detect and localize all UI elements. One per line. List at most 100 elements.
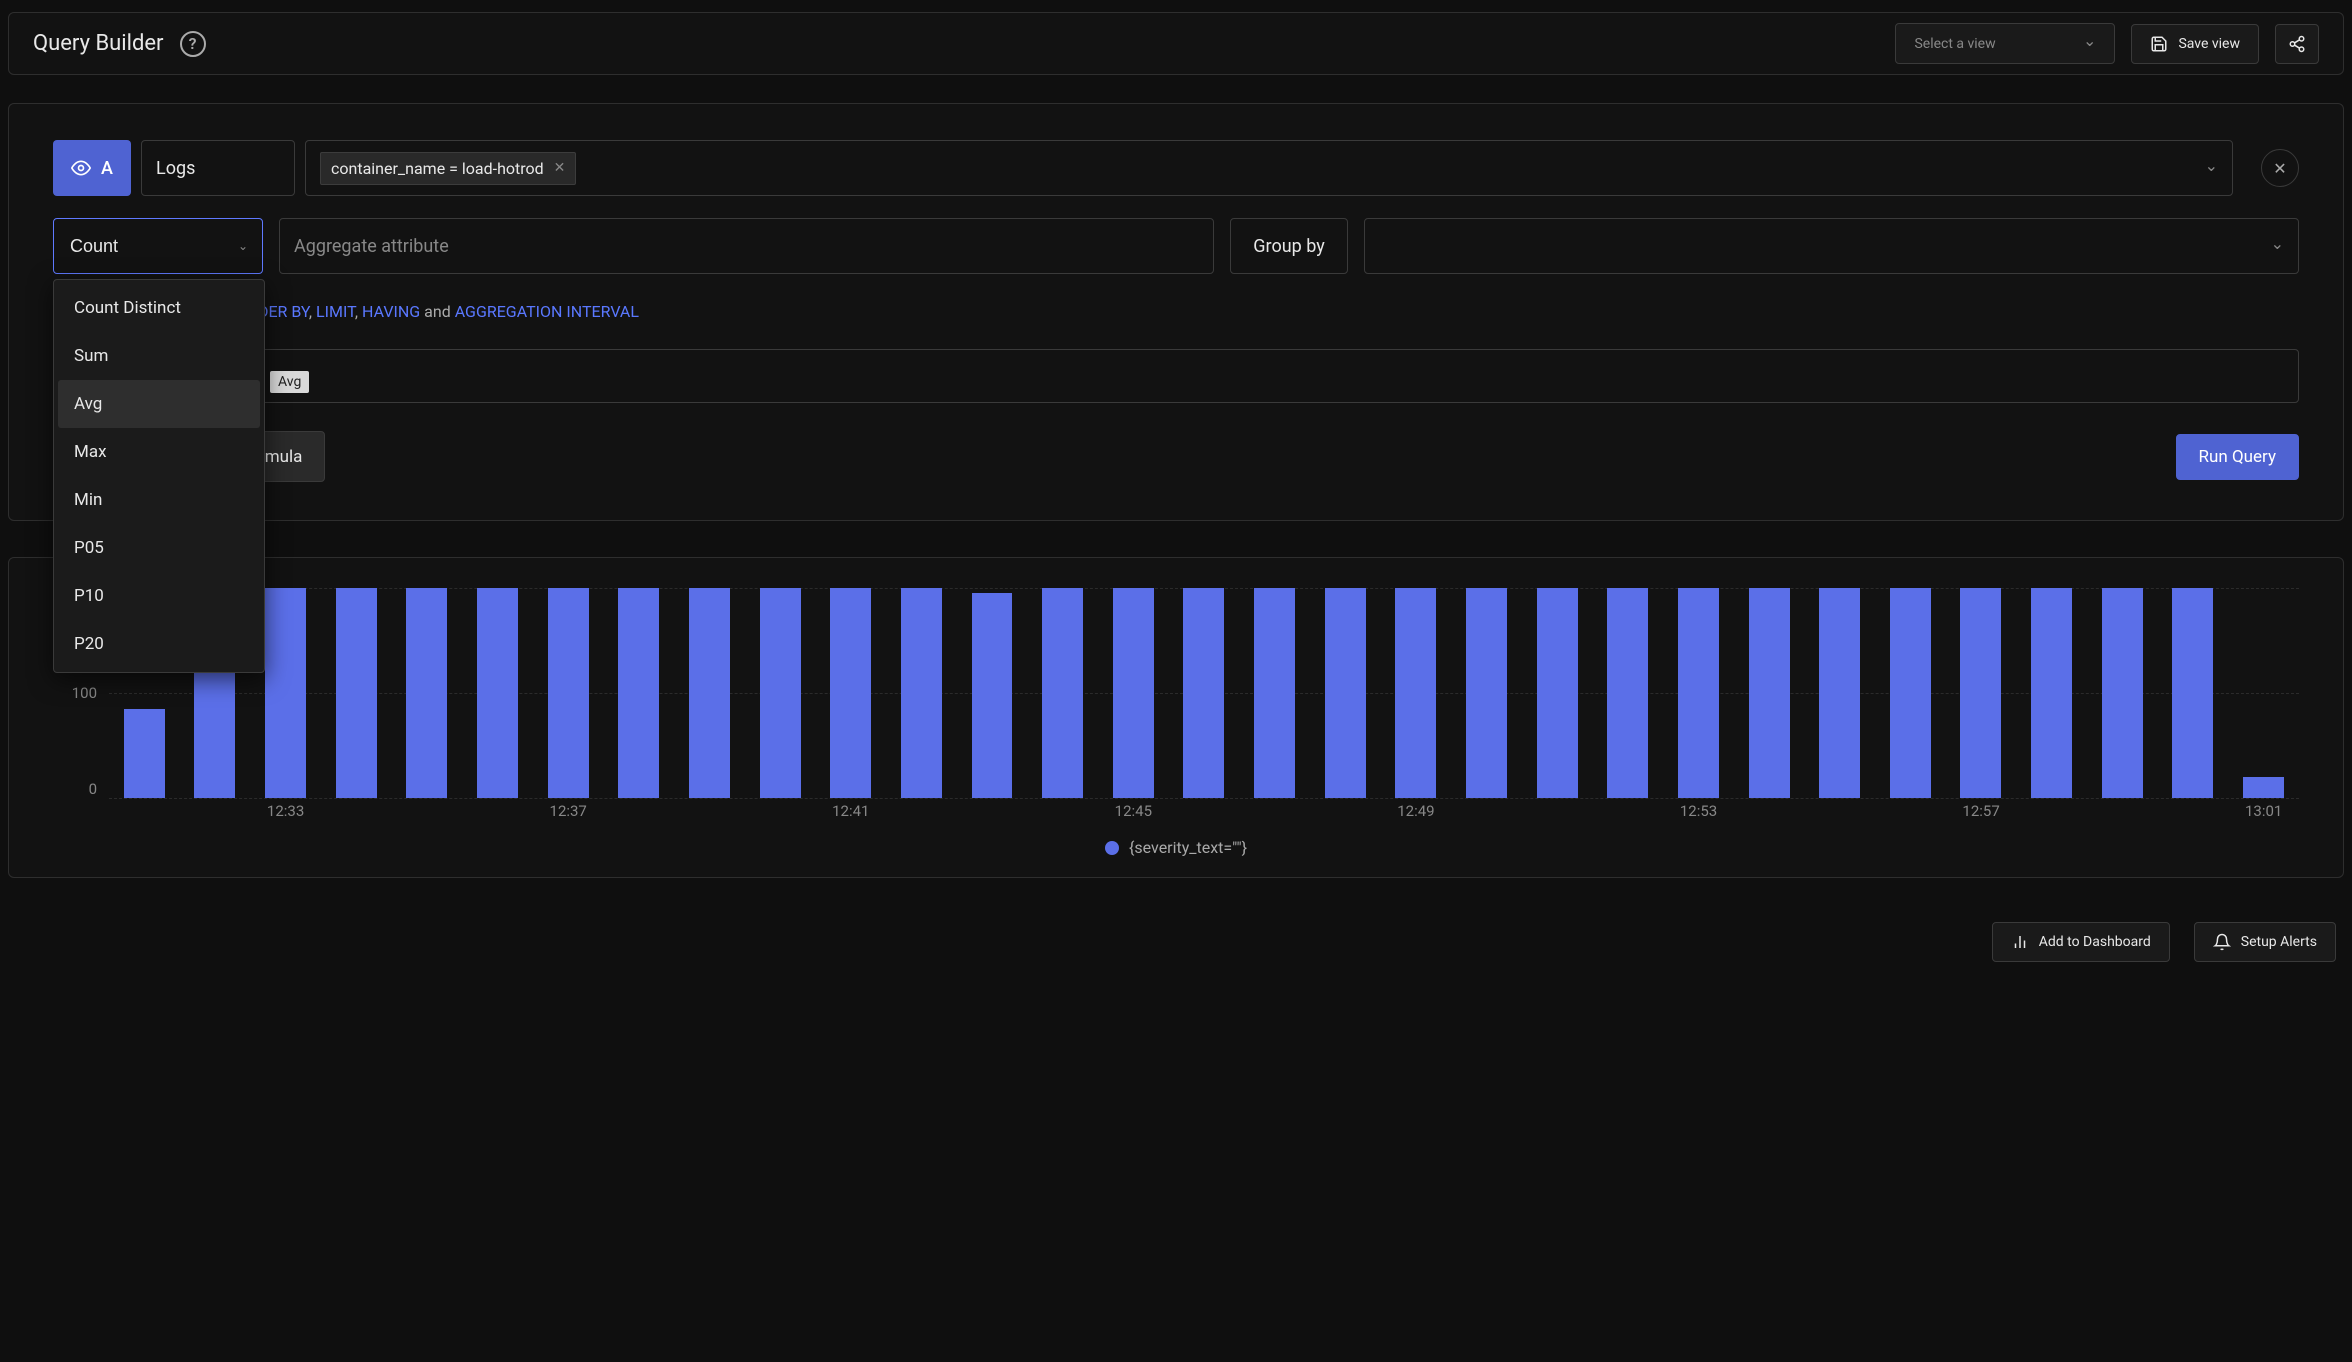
bar[interactable] [265,588,306,798]
bar[interactable] [2031,588,2072,798]
query-options-row: for ORDER BY, LIMIT, HAVING and AGGREGAT… [213,302,2299,321]
bar[interactable] [830,588,871,798]
aggregate-function-input[interactable] [68,235,238,258]
select-view-placeholder: Select a view [1914,36,1995,52]
bar[interactable] [972,593,1013,798]
x-tick: 12:45 [1115,802,1152,820]
bar[interactable] [336,588,377,798]
bar[interactable] [2243,777,2284,798]
x-tick: 12:33 [267,802,304,820]
aggregate-attribute-input[interactable]: Aggregate attribute [279,218,1214,274]
bar[interactable] [618,588,659,798]
run-query-button[interactable]: Run Query [2176,434,2300,480]
x-tick: 12:49 [1397,802,1434,820]
setup-alerts-button[interactable]: Setup Alerts [2194,922,2336,962]
bar[interactable] [548,588,589,798]
bar[interactable] [2102,588,2143,798]
chart-panel: 2001000 12:3312:3712:4112:4512:4912:5312… [8,557,2344,878]
help-icon[interactable]: ? [180,31,206,57]
bar-slot [1592,588,1663,798]
chart-area: 2001000 12:3312:3712:4112:4512:4912:5312… [73,588,2299,828]
dropdown-item[interactable]: Min [58,476,260,524]
bar[interactable] [760,588,801,798]
bar[interactable] [406,588,447,798]
bar-slot [392,588,463,798]
save-icon [2150,35,2168,53]
dropdown-item[interactable]: Count Distinct [58,284,260,332]
add-to-dashboard-button[interactable]: Add to Dashboard [1992,922,2170,962]
query-actions-row: ＋ Query ＋ Formula Run Query [53,431,2299,482]
source-select[interactable]: Logs [141,140,295,196]
bar[interactable] [1113,588,1154,798]
group-by-input[interactable] [1364,218,2299,274]
bar-slot [1098,588,1169,798]
aggregate-function-select[interactable]: ⌄ Count DistinctSumAvgMaxMinP05P10P20 Av… [53,218,263,274]
having-link[interactable]: HAVING [362,302,420,321]
close-icon[interactable]: ✕ [554,160,566,176]
bar-slot [815,588,886,798]
bar[interactable] [1819,588,1860,798]
chevron-down-icon [2271,237,2284,256]
setup-alerts-label: Setup Alerts [2241,934,2317,950]
dropdown-item[interactable]: Avg [58,380,260,428]
dropdown-item[interactable]: P10 [58,572,260,620]
bar[interactable] [1678,588,1719,798]
bar[interactable] [1537,588,1578,798]
y-tick: 100 [72,684,97,702]
bar[interactable] [124,709,165,798]
bar-slot [2016,588,2087,798]
bar-slot [1239,588,1310,798]
save-view-button[interactable]: Save view [2131,24,2259,64]
filter-chip[interactable]: container_name = load-hotrod ✕ [320,152,576,185]
bar[interactable] [1890,588,1931,798]
bar[interactable] [1607,588,1648,798]
share-icon [2288,35,2306,53]
bar[interactable] [1042,588,1083,798]
x-tick: 13:01 [2245,802,2282,820]
bar-slot [321,588,392,798]
aggregate-function-dropdown[interactable]: Count DistinctSumAvgMaxMinP05P10P20 [53,279,265,673]
x-tick: 12:57 [1962,802,1999,820]
bar-slot [1169,588,1240,798]
bar[interactable] [1395,588,1436,798]
bar[interactable] [1183,588,1224,798]
tooltip: Avg [270,371,309,393]
dropdown-item[interactable]: P20 [58,620,260,668]
chevron-down-icon: ⌄ [238,239,248,253]
bar-slot [957,588,1028,798]
bar[interactable] [2172,588,2213,798]
remove-query-button[interactable]: ✕ [2261,149,2299,187]
bar[interactable] [1254,588,1295,798]
bar[interactable] [1325,588,1366,798]
save-view-label: Save view [2178,36,2240,52]
dropdown-item[interactable]: Sum [58,332,260,380]
chevron-down-icon [2205,159,2218,178]
bar[interactable] [477,588,518,798]
limit-link[interactable]: LIMIT [316,302,355,321]
share-button[interactable] [2275,24,2319,64]
bar[interactable] [1749,588,1790,798]
bar[interactable] [901,588,942,798]
bar-slot [1310,588,1381,798]
query-row-1: A Logs container_name = load-hotrod ✕ ✕ [53,140,2299,196]
dropdown-item[interactable]: P05 [58,524,260,572]
legend-label: {severity_text=""} [1129,838,1247,857]
eye-icon [71,158,91,178]
select-view-dropdown[interactable]: Select a view [1895,23,2115,64]
x-tick: 12:41 [832,802,869,820]
query-badge[interactable]: A [53,140,131,196]
bar[interactable] [1466,588,1507,798]
query-badge-label: A [101,158,113,179]
bar-slot [1734,588,1805,798]
dropdown-item[interactable]: Max [58,428,260,476]
filter-input[interactable]: container_name = load-hotrod ✕ [305,140,2233,196]
query-row-2: ⌄ Count DistinctSumAvgMaxMinP05P10P20 Av… [53,218,2299,274]
legend-format-input[interactable]: Legend Format [53,349,2299,403]
bars-container [109,588,2299,798]
y-tick: 0 [89,780,97,798]
bar-slot [674,588,745,798]
bar[interactable] [1960,588,2001,798]
bar[interactable] [689,588,730,798]
bar-slot [1663,588,1734,798]
aggregation-interval-link[interactable]: AGGREGATION INTERVAL [455,302,639,321]
